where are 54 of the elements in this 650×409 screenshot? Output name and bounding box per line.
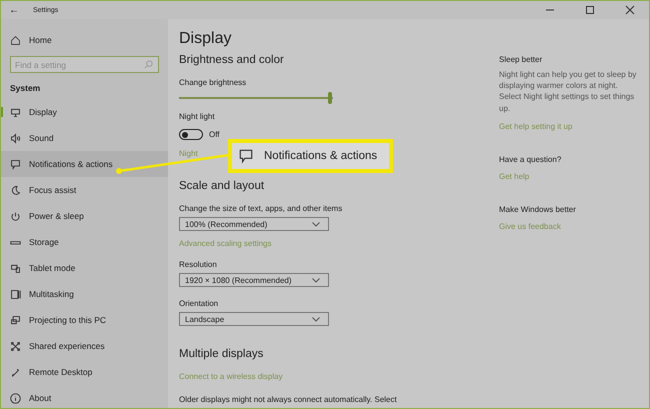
sidebar-item[interactable]: Storage [1,229,168,255]
sidebar-item[interactable]: About [1,385,168,408]
home-nav-item[interactable]: Home [1,29,168,51]
tablet-icon [10,262,21,274]
moon-icon [10,184,21,196]
maximize-icon[interactable] [585,5,595,15]
aside-heading: Have a question? [499,154,562,164]
dropdown[interactable]: 100% (Recommended) [179,217,329,231]
dropdown[interactable]: 1920 × 1080 (Recommended) [179,273,329,287]
chevron-icon [312,278,320,282]
back-button[interactable]: ← [9,4,19,16]
section-heading: Scale and layout [179,180,266,192]
dropdown[interactable]: Landscape [179,312,329,326]
screens-icon [10,314,21,326]
section-heading: Multiple displays [179,348,264,360]
sidebar-item[interactable]: Multitasking [1,281,168,307]
toggle-label: Night light [179,112,216,121]
sidebar-item[interactable]: Remote Desktop [1,359,168,385]
sidebar-item[interactable]: Notifications & actions [1,151,168,177]
search-icon [144,60,153,69]
night-light-toggle[interactable] [179,129,203,140]
share-icon [10,340,21,352]
chevron-icon [312,222,320,226]
sidebar-item[interactable]: Power & sleep [1,203,168,229]
aside-text: Night light can help you get to sleep by displaying warmer colors at night. Select Night light settings to set things up. [499,69,638,114]
aside-heading: Sleep better [499,55,544,64]
speaker-icon [10,132,21,144]
info-text: Older displays might not always connect automatically. Select [179,395,398,404]
dropdown-label: Change the size of text, apps, and other items [179,204,344,213]
sidebar-item[interactable]: Projecting to this PC [1,307,168,333]
chat-icon [238,148,254,164]
info-icon [10,392,21,404]
windows-icon [10,288,21,300]
search-field[interactable]: Find a setting [10,56,159,73]
aside-heading: Make Windows better [499,204,577,214]
brightness-slider[interactable] [179,92,333,104]
power-icon [10,210,21,222]
sidebar-item[interactable]: Focus assist [1,177,168,203]
home-icon [10,34,21,46]
sidebar-item[interactable]: Sound [1,125,168,151]
page-title: Display [179,30,232,48]
chat-icon [10,158,21,170]
dropdown-label: Resolution [179,260,218,269]
sidebar-item[interactable]: Shared experiences [1,333,168,359]
toggle-state: Off [209,130,220,139]
close-icon[interactable] [625,5,635,15]
monitor-icon [10,106,21,118]
dropdown-label: Orientation [179,299,220,308]
sidebar-item[interactable]: Tablet mode [1,255,168,281]
section-heading: System [9,82,42,95]
callout-label: Notifications & actions [264,150,378,162]
chevron-icon [312,316,320,322]
section-heading: Brightness and color [179,54,285,66]
slider-label: Change brightness [179,78,248,87]
